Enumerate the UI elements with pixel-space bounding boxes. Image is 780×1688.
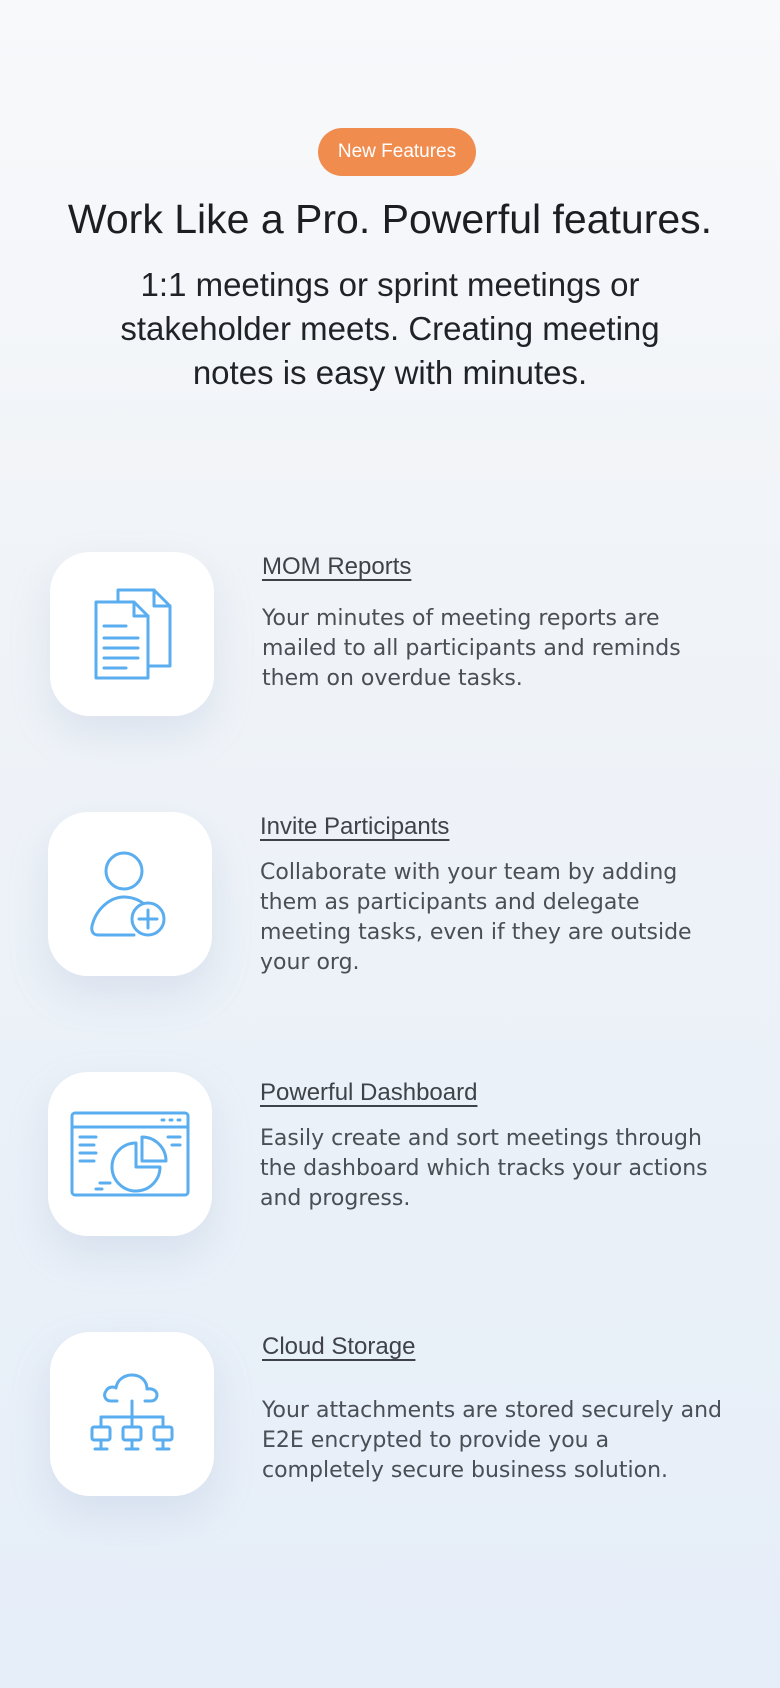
feature-icon-card-mom-reports bbox=[50, 552, 214, 716]
feature-description-cloud-storage: Your attachments are stored securely and… bbox=[262, 1398, 723, 1483]
dashboard-chart-icon bbox=[70, 1111, 190, 1197]
page-headline: Work Like a Pro. Powerful features. bbox=[67, 196, 713, 242]
feature-title-cloud-storage[interactable]: Cloud Storage bbox=[262, 1332, 415, 1362]
feature-description-powerful-dashboard: Easily create and sort meetings through … bbox=[260, 1126, 708, 1211]
feature-icon-card-cloud-storage bbox=[50, 1332, 214, 1496]
feature-title-powerful-dashboard[interactable]: Powerful Dashboard bbox=[260, 1078, 477, 1108]
page-subheadline: 1:1 meetings or sprint meetings or stake… bbox=[120, 266, 660, 391]
documents-icon bbox=[94, 588, 172, 680]
add-user-icon bbox=[90, 851, 166, 937]
feature-description-invite-participants: Collaborate with your team by adding the… bbox=[260, 860, 692, 975]
feature-icon-card-invite-participants bbox=[48, 812, 212, 976]
cloud-network-icon bbox=[90, 1373, 174, 1451]
new-features-badge: New Features bbox=[318, 128, 476, 176]
feature-description-mom-reports: Your minutes of meeting reports are mail… bbox=[262, 606, 681, 691]
feature-title-mom-reports[interactable]: MOM Reports bbox=[262, 552, 411, 582]
feature-icon-card-powerful-dashboard bbox=[48, 1072, 212, 1236]
feature-title-invite-participants[interactable]: Invite Participants bbox=[260, 812, 449, 842]
